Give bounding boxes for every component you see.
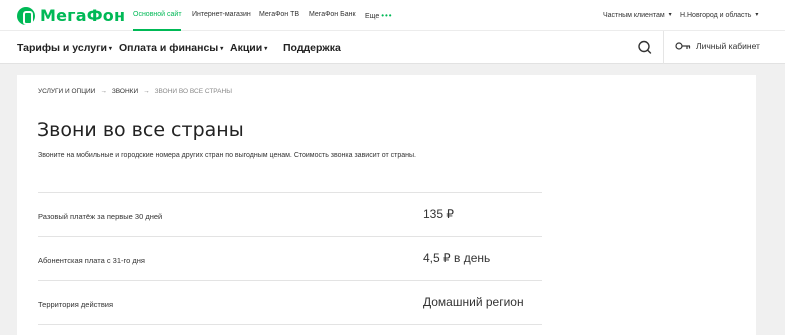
top-nav-megafon-tv[interactable]: МегаФон ТВ bbox=[259, 11, 299, 18]
content-card: УСЛУГИ И ОПЦИИ → ЗВОНКИ → ЗВОНИ ВО ВСЕ СТРАН… bbox=[17, 75, 756, 335]
breadcrumb-current: ЗВОНИ ВО ВСЕ СТРАНЫ bbox=[154, 88, 232, 95]
key-icon bbox=[675, 42, 691, 50]
detail-label: Территория действия bbox=[38, 300, 114, 309]
detail-value: 4,5 ₽ в день bbox=[423, 251, 491, 265]
breadcrumb-calls[interactable]: ЗВОНКИ bbox=[112, 88, 138, 95]
top-bar: МегаФон Основной сайт Интернет-магазин М… bbox=[0, 0, 785, 31]
chevron-down-icon: ▾ bbox=[668, 12, 672, 18]
nav-tariffs-services[interactable]: Тарифы и услуги ▾ bbox=[17, 42, 112, 54]
nav-promotions[interactable]: Акции ▾ bbox=[230, 42, 267, 54]
main-nav-bar: Тарифы и услуги ▾ Оплата и финансы ▾ Акции… bbox=[0, 31, 785, 64]
detail-label: Абонентская плата с 31-го дня bbox=[38, 256, 145, 265]
personal-account-label: Личный кабинет bbox=[696, 41, 760, 51]
breadcrumb-services-options[interactable]: УСЛУГИ И ОПЦИИ bbox=[38, 88, 95, 95]
detail-value: Домашний регион bbox=[423, 295, 524, 309]
nav-support[interactable]: Поддержка bbox=[283, 42, 341, 54]
breadcrumb: УСЛУГИ И ОПЦИИ → ЗВОНКИ → ЗВОНИ ВО ВСЕ СТРАН… bbox=[38, 88, 232, 95]
detail-label: Разовый платёж за первые 30 дней bbox=[38, 212, 163, 221]
detail-row: Территория действия Домашний регион bbox=[38, 280, 542, 324]
detail-divider bbox=[38, 324, 542, 325]
detail-row: Разовый платёж за первые 30 дней 135 ₽ bbox=[38, 192, 542, 236]
page-title: Звони во все страны bbox=[37, 119, 244, 141]
region-selector[interactable]: Н.Новгород и область ▾ bbox=[680, 11, 758, 19]
nav-label: Поддержка bbox=[283, 42, 341, 54]
nav-label: Акции bbox=[230, 42, 263, 54]
nav-payment-finance[interactable]: Оплата и финансы ▾ bbox=[119, 42, 223, 54]
nav-label: Тарифы и услуги bbox=[17, 42, 107, 54]
top-nav-megafon-bank[interactable]: МегаФон Банк bbox=[309, 11, 356, 18]
chevron-down-icon: ▾ bbox=[264, 46, 268, 52]
search-button[interactable] bbox=[632, 37, 658, 59]
more-label: Еще bbox=[365, 13, 380, 20]
audience-label: Частным клиентам bbox=[603, 12, 665, 19]
personal-account-button[interactable]: Личный кабинет bbox=[675, 41, 760, 51]
megafon-logo-icon bbox=[17, 6, 35, 25]
chevron-down-icon: ▾ bbox=[220, 46, 224, 52]
top-nav-main-site[interactable]: Основной сайт bbox=[133, 11, 182, 18]
audience-selector[interactable]: Частным клиентам ▾ bbox=[603, 11, 672, 19]
chevron-down-icon: ▾ bbox=[755, 12, 759, 18]
more-dots-icon: ••• bbox=[381, 11, 393, 20]
detail-row: Абонентская плата с 31-го дня 4,5 ₽ в де… bbox=[38, 236, 542, 280]
search-icon bbox=[638, 40, 652, 54]
detail-value: 135 ₽ bbox=[423, 207, 454, 221]
region-label: Н.Новгород и область bbox=[680, 12, 752, 19]
megafon-logo[interactable]: МегаФон bbox=[17, 6, 125, 25]
top-nav-online-store[interactable]: Интернет-магазин bbox=[192, 11, 251, 18]
nav-label: Оплата и финансы bbox=[119, 42, 219, 54]
nav-divider bbox=[663, 31, 664, 64]
logo-text: МегаФон bbox=[40, 6, 126, 25]
chevron-down-icon: ▾ bbox=[108, 46, 112, 52]
breadcrumb-arrow-icon: → bbox=[100, 88, 107, 95]
top-nav-more[interactable]: Еще ••• bbox=[365, 11, 393, 20]
breadcrumb-arrow-icon: → bbox=[143, 88, 150, 95]
page-subtitle: Звоните на мобильные и городские номера … bbox=[38, 152, 416, 159]
